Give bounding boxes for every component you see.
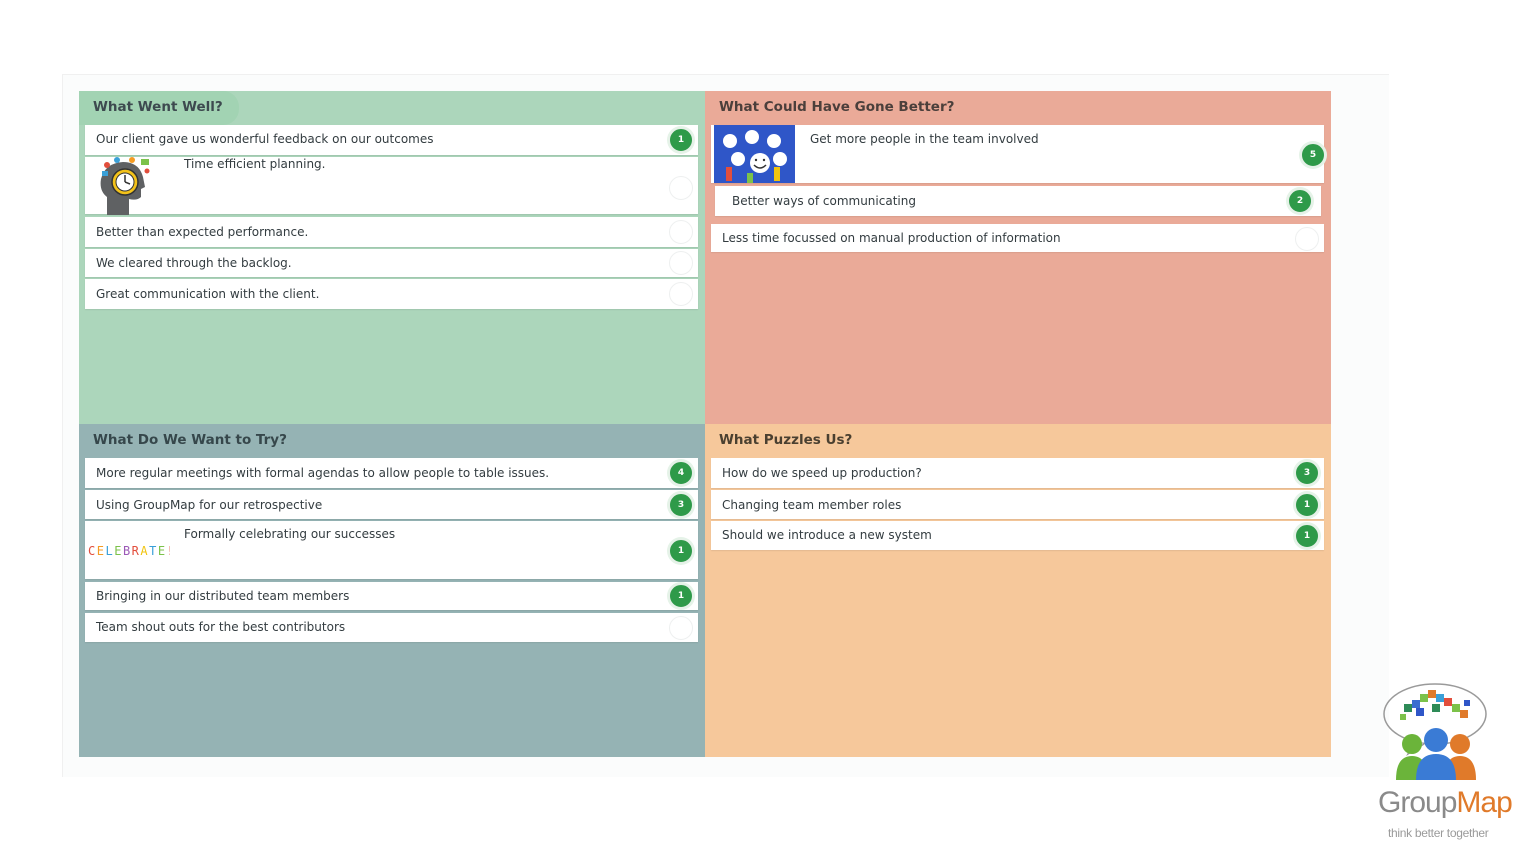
logo-wordmark: GroupMap xyxy=(1378,786,1513,819)
idea-card[interactable]: Better ways of communicating 2 xyxy=(715,186,1321,216)
celebrate-image: CELEBRATE! xyxy=(88,544,170,558)
quadrant-title: What Puzzles Us? xyxy=(719,432,853,448)
quadrant-title: What Could Have Gone Better? xyxy=(719,99,955,115)
idea-text: Less time focussed on manual production … xyxy=(722,231,1061,245)
quadrant-want-to-try: What Do We Want to Try? More regular mee… xyxy=(79,424,705,757)
quadrant-went-well: What Went Well? Our client gave us wonde… xyxy=(79,91,705,424)
idea-text: Should we introduce a new system xyxy=(722,528,932,542)
vote-badge[interactable]: 4 xyxy=(669,461,693,485)
idea-card[interactable]: Changing team member roles 1 xyxy=(711,490,1324,519)
idea-text: How do we speed up production? xyxy=(722,466,922,480)
idea-text: Bringing in our distributed team members xyxy=(96,589,350,603)
quadrant-title: What Do We Want to Try? xyxy=(93,432,287,448)
vote-badge[interactable]: 3 xyxy=(669,493,693,517)
idea-card[interactable]: How do we speed up production? 3 xyxy=(711,458,1324,488)
vote-badge[interactable]: 3 xyxy=(1295,461,1319,485)
vote-badge[interactable]: 1 xyxy=(1295,524,1319,548)
vote-badge[interactable] xyxy=(669,220,693,244)
quadrant-title: What Went Well? xyxy=(79,91,239,125)
vote-badge[interactable]: 2 xyxy=(1288,189,1312,213)
idea-card[interactable]: Get more people in the team involved 5 xyxy=(711,125,1325,183)
smiley-team-image xyxy=(714,125,795,183)
idea-text: We cleared through the backlog. xyxy=(96,256,292,270)
idea-card[interactable]: More regular meetings with formal agenda… xyxy=(85,458,698,488)
vote-badge[interactable] xyxy=(669,282,693,306)
idea-text: Great communication with the client. xyxy=(96,287,320,301)
idea-card[interactable]: Team shout outs for the best contributor… xyxy=(85,613,698,642)
idea-text: More regular meetings with formal agenda… xyxy=(96,466,550,480)
idea-card[interactable]: Should we introduce a new system 1 xyxy=(711,521,1324,550)
idea-card[interactable]: CELEBRATE! Formally celebrating our succ… xyxy=(85,521,698,579)
vote-badge[interactable]: 1 xyxy=(669,539,693,563)
idea-text: Better ways of communicating xyxy=(732,194,916,208)
svg-text:CELEBRATE!: CELEBRATE! xyxy=(88,544,170,558)
idea-text: Better than expected performance. xyxy=(96,225,309,239)
vote-badge[interactable]: 1 xyxy=(669,584,693,608)
idea-text: Changing team member roles xyxy=(722,498,902,512)
vote-badge[interactable]: 1 xyxy=(669,128,693,152)
quadrant-could-be-better: What Could Have Gone Better? Get more pe… xyxy=(705,91,1331,424)
idea-card[interactable]: Better than expected performance. xyxy=(85,217,698,247)
idea-card[interactable]: Our client gave us wonderful feedback on… xyxy=(85,125,698,155)
vote-badge[interactable]: 1 xyxy=(1295,493,1319,517)
idea-text: Team shout outs for the best contributor… xyxy=(96,620,346,634)
idea-card[interactable]: We cleared through the backlog. xyxy=(85,249,698,277)
quadrant-puzzles: What Puzzles Us? How do we speed up prod… xyxy=(705,424,1331,757)
vote-badge[interactable] xyxy=(669,251,693,275)
vote-badge[interactable] xyxy=(669,616,693,640)
idea-card[interactable]: Bringing in our distributed team members… xyxy=(85,582,698,610)
vote-badge[interactable] xyxy=(669,176,693,200)
vote-badge[interactable] xyxy=(1295,227,1319,251)
logo-tagline: think better together xyxy=(1388,826,1489,840)
idea-card[interactable]: Time efficient planning. xyxy=(85,157,698,215)
idea-text: Formally celebrating our successes xyxy=(184,527,396,541)
vote-badge[interactable]: 5 xyxy=(1301,143,1325,167)
idea-text: Using GroupMap for our retrospective xyxy=(96,498,323,512)
idea-text: Our client gave us wonderful feedback on… xyxy=(96,132,434,146)
idea-card[interactable]: Using GroupMap for our retrospective 3 xyxy=(85,490,698,519)
idea-card[interactable]: Less time focussed on manual production … xyxy=(711,224,1324,252)
idea-text: Time efficient planning. xyxy=(184,157,326,171)
clock-head-image xyxy=(100,157,150,215)
idea-text: Get more people in the team involved xyxy=(810,132,1039,146)
idea-card[interactable]: Great communication with the client. xyxy=(85,279,698,309)
